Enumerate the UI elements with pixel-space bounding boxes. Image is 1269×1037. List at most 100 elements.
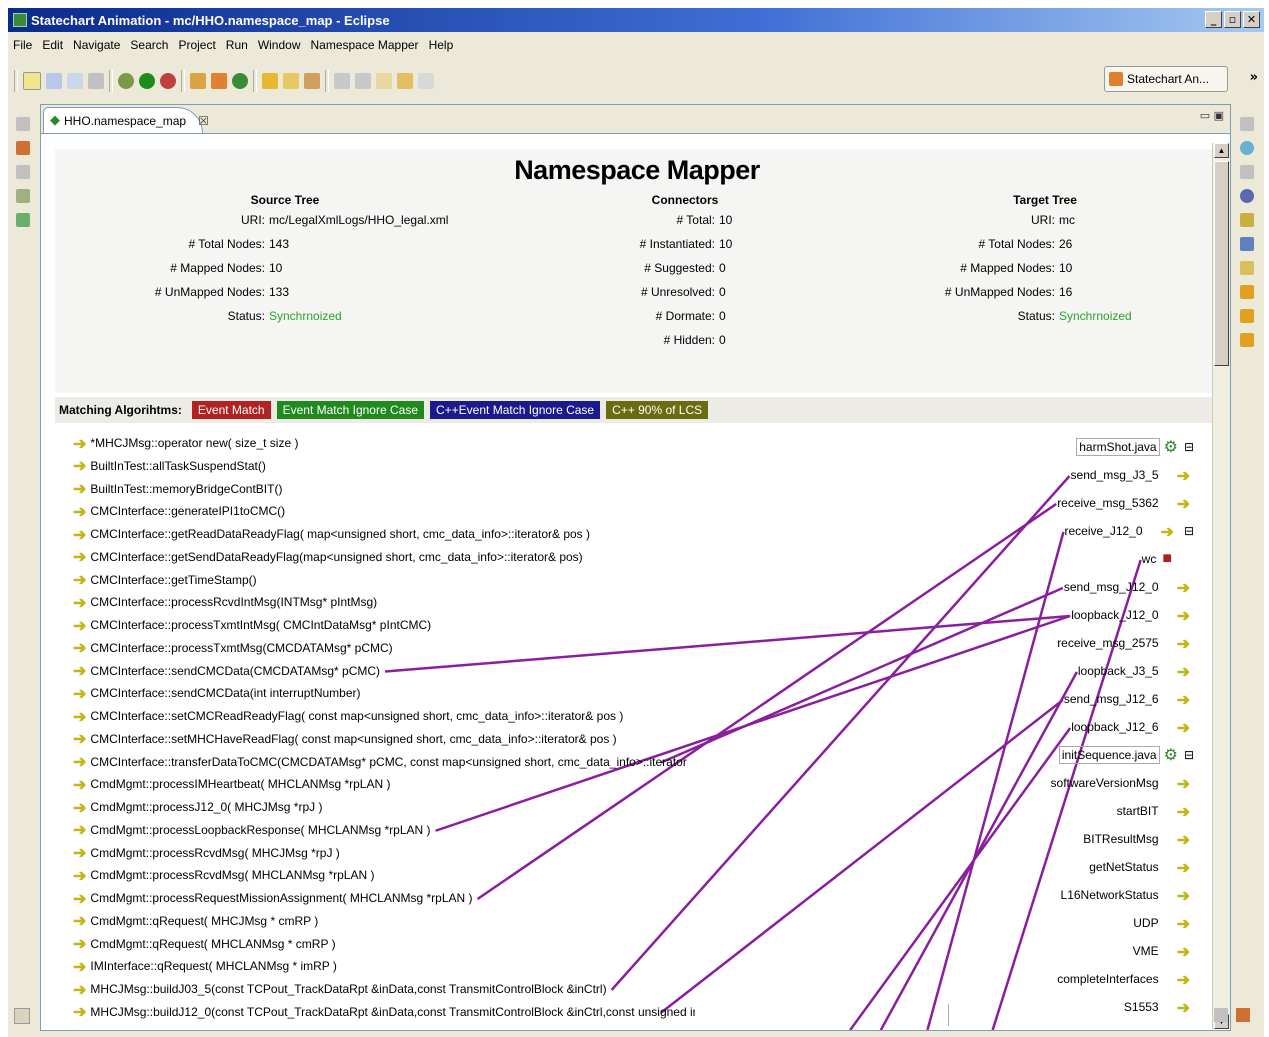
source-node[interactable]: ➔ CmdMgmt::processRcvdMsg( MHCJMsg *rpJ ) <box>55 842 340 864</box>
collapse-icon[interactable]: ⊟ <box>1184 524 1194 538</box>
tasks-icon[interactable] <box>1240 261 1254 275</box>
console-icon[interactable] <box>1240 237 1254 251</box>
more-chevron-icon[interactable]: » <box>1250 70 1258 85</box>
target-node[interactable]: send_msg_J12_0 ➔ <box>1064 576 1194 598</box>
source-node[interactable]: ➔ CmdMgmt::processIMHeartbeat( MHCLANMsg … <box>55 773 390 795</box>
minimize-button[interactable]: _ <box>1205 11 1222 28</box>
collapse-icon[interactable]: ⊟ <box>1184 440 1194 454</box>
menu-navigate[interactable]: Navigate <box>68 38 125 52</box>
restore-icon[interactable] <box>16 117 30 131</box>
source-node[interactable]: ➔ CmdMgmt::processLoopbackResponse( MHCLA… <box>55 819 431 841</box>
target-node[interactable]: completeInterfaces ➔ <box>1057 968 1194 990</box>
target-node[interactable]: BITResultMsg ➔ <box>1083 828 1194 850</box>
target-node[interactable]: wc ■ <box>1142 548 1194 570</box>
source-node[interactable]: ➔ MHCJMsg::buildJ03_5(const TCPout_TrackD… <box>55 978 607 1000</box>
source-node[interactable]: ➔ CMCInterface::setMHCHaveReadFlag( const… <box>55 728 617 750</box>
scroll-thumb[interactable] <box>1214 161 1229 366</box>
vertical-scrollbar[interactable]: ▲ ▼ <box>1212 143 1230 1029</box>
checkmark-icon[interactable] <box>1240 333 1254 347</box>
new-package-icon[interactable] <box>190 73 206 89</box>
checkmark-icon[interactable] <box>1240 309 1254 323</box>
target-node[interactable]: softwareVersionMsg ➔ <box>1051 772 1194 794</box>
checkmark-icon[interactable] <box>1240 285 1254 299</box>
restore-icon[interactable] <box>1214 1008 1228 1022</box>
source-node[interactable]: ➔ CmdMgmt::qRequest( MHCJMsg * cmRP ) <box>55 910 318 932</box>
source-node[interactable]: ➔ CMCInterface::processRcvdIntMsg(INTMsg*… <box>55 591 377 613</box>
target-node[interactable]: loopback_J12_0 ➔ <box>1071 604 1194 626</box>
new-icon[interactable] <box>23 72 41 90</box>
next-annotation-icon[interactable] <box>334 73 350 89</box>
outline-icon[interactable] <box>1240 141 1254 155</box>
collapse-icon[interactable]: ⊟ <box>1184 748 1194 762</box>
target-node[interactable]: loopback_J3_5 ➔ <box>1078 660 1194 682</box>
new-class-icon[interactable] <box>211 73 227 89</box>
target-node[interactable]: getNetStatus ➔ <box>1089 856 1194 878</box>
target-node[interactable]: initSequence.java ⚙ ⊟ <box>1058 744 1194 766</box>
menu-search[interactable]: Search <box>125 38 173 52</box>
hierarchy-icon[interactable] <box>16 213 30 227</box>
package-explorer-icon[interactable] <box>16 189 30 203</box>
target-node[interactable]: send_msg_J12_6 ➔ <box>1064 688 1194 710</box>
target-node[interactable]: send_msg_J3_5 ➔ <box>1071 464 1194 486</box>
statechart-view-icon[interactable] <box>16 141 30 155</box>
target-node[interactable]: loopback_J12_6 ➔ <box>1071 716 1194 738</box>
menu-edit[interactable]: Edit <box>37 38 68 52</box>
menu-window[interactable]: Window <box>253 38 306 52</box>
run-icon[interactable] <box>139 73 155 89</box>
last-edit-icon[interactable] <box>376 73 392 89</box>
source-node[interactable]: ➔ BuiltInTest::allTaskSuspendStat() <box>55 455 266 477</box>
menu-file[interactable]: File <box>8 38 37 52</box>
restore-button[interactable]: ▫ <box>1224 11 1241 28</box>
source-node[interactable]: ➔ CMCInterface::processTxmtMsg(CMCDATAMsg… <box>55 637 393 659</box>
fast-view-icon[interactable] <box>14 1008 30 1024</box>
target-node[interactable]: UDP ➔ <box>1133 912 1194 934</box>
source-node[interactable]: ➔ CMCInterface::transferDataToCMC(CMCDATA… <box>55 751 687 773</box>
print-icon[interactable] <box>88 73 104 89</box>
source-node[interactable]: ➔ BuiltInTest::memoryBridgeContBIT() <box>55 478 282 500</box>
source-node[interactable]: ➔ CMCInterface::getTimeStamp() <box>55 569 257 591</box>
menu-namespace-mapper[interactable]: Namespace Mapper <box>306 38 424 52</box>
open-resource-icon[interactable] <box>283 73 299 89</box>
source-node[interactable]: ➔ IMInterface::qRequest( MHCLANMsg * imRP… <box>55 955 337 977</box>
prev-annotation-icon[interactable] <box>355 73 371 89</box>
target-node[interactable]: receive_msg_2575 ➔ <box>1057 632 1194 654</box>
source-node[interactable]: ➔ CmdMgmt::qRequest( MHCLANMsg * cmRP ) <box>55 933 336 955</box>
source-node[interactable]: ➔ CMCInterface::getReadDataReadyFlag( map… <box>55 523 590 545</box>
target-node[interactable]: receive_J12_0 ➔ ⊟ <box>1064 520 1194 542</box>
menu-project[interactable]: Project <box>173 38 220 52</box>
close-button[interactable]: ✕ <box>1243 11 1260 28</box>
search-icon[interactable] <box>304 73 320 89</box>
source-node[interactable]: ➔ CMCInterface::sendCMCData(CMCDATAMsg* p… <box>55 660 380 682</box>
target-node[interactable]: L16NetworkStatus ➔ <box>1061 884 1194 906</box>
target-node[interactable]: receive_msg_5362 ➔ <box>1057 492 1194 514</box>
source-node[interactable]: ➔ CmdMgmt::processRcvdMsg( MHCLANMsg *rpL… <box>55 864 374 886</box>
source-node[interactable]: ➔ *MHCJMsg::operator new( size_t size ) <box>55 432 298 454</box>
problems-icon[interactable] <box>1240 189 1254 203</box>
perspective-switcher[interactable]: Statechart An... <box>1104 66 1228 92</box>
scroll-up-arrow-icon[interactable]: ▲ <box>1214 143 1229 158</box>
restore-icon[interactable] <box>16 165 30 179</box>
source-node[interactable]: ➔ CmdMgmt::processRequestMissionAssignmen… <box>55 887 473 909</box>
new-interface-icon[interactable] <box>232 73 248 89</box>
restore-icon[interactable] <box>1240 117 1254 131</box>
menu-help[interactable]: Help <box>424 38 459 52</box>
source-node[interactable]: ➔ CMCInterface::getSendDataReadyFlag(map<… <box>55 546 583 568</box>
save-icon[interactable] <box>46 73 62 89</box>
target-node[interactable]: startBIT ➔ <box>1117 800 1194 822</box>
forward-icon[interactable] <box>418 73 434 89</box>
target-node[interactable]: harmShot.java ⚙ ⊟ <box>1076 436 1194 458</box>
statechart-view-icon[interactable] <box>1236 1008 1250 1022</box>
source-node[interactable]: ➔ CMCInterface::processTxmtIntMsg( CMCInt… <box>55 614 431 636</box>
back-icon[interactable] <box>397 73 413 89</box>
junit-icon[interactable] <box>1240 213 1254 227</box>
source-node[interactable]: ➔ CMCInterface::sendCMCData(int interrupt… <box>55 682 361 704</box>
source-node[interactable]: ➔ CMCInterface::setCMCReadReadyFlag( cons… <box>55 705 623 727</box>
external-tools-icon[interactable] <box>160 73 176 89</box>
restore-icon[interactable] <box>1240 165 1254 179</box>
debug-icon[interactable] <box>118 73 134 89</box>
save-all-icon[interactable] <box>67 73 83 89</box>
source-node[interactable]: ➔ CmdMgmt::processJ12_0( MHCJMsg *rpJ ) <box>55 796 322 818</box>
menu-run[interactable]: Run <box>221 38 253 52</box>
open-type-icon[interactable] <box>262 73 278 89</box>
target-node[interactable]: VME ➔ <box>1133 940 1194 962</box>
